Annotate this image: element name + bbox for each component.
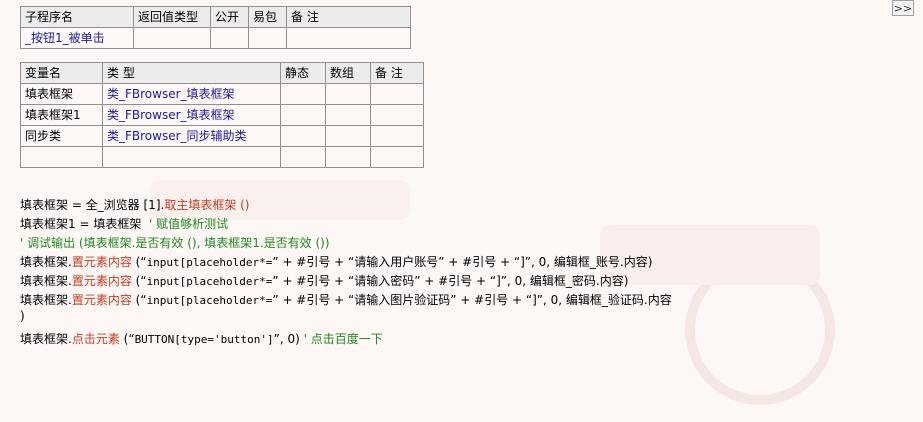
scroll-toggle-button[interactable]: >> [892, 0, 914, 16]
static-cell[interactable] [280, 83, 326, 105]
easy-package-cell[interactable] [248, 27, 287, 49]
array-cell[interactable] [325, 104, 371, 126]
array-cell[interactable] [325, 125, 371, 147]
variable-name-cell[interactable]: 填表框架 [20, 83, 103, 105]
code-text: 填表框架. [20, 293, 72, 307]
header-remark: 备 注 [286, 6, 411, 28]
code-text: (“ [131, 293, 147, 307]
header-variable-name: 变量名 [20, 62, 103, 84]
code-text: ” + #引号 + “请输入用户账号” + #引号 + “]”, 0, 编辑框_… [272, 255, 653, 269]
static-cell[interactable] [280, 125, 326, 147]
var-remark-cell[interactable] [370, 125, 424, 147]
array-cell[interactable] [325, 83, 371, 105]
table-row[interactable]: 同步类 类_FBrowser_同步辅助类 [20, 125, 424, 147]
variable-type-cell[interactable]: 类_FBrowser_填表框架 [102, 83, 281, 105]
code-string: input[placeholder*= [146, 275, 273, 288]
variable-name-cell[interactable] [20, 146, 103, 168]
code-text: ”, 0) [273, 332, 300, 346]
code-line[interactable]: 填表框架.点击元素 (“BUTTON[type='button']”, 0) '… [20, 330, 672, 349]
code-text: (“ [119, 332, 135, 346]
code-text: 填表框架. [20, 332, 72, 346]
variable-type-cell[interactable]: 类_FBrowser_同步辅助类 [102, 125, 281, 147]
table-row[interactable] [20, 146, 424, 168]
variable-name-cell[interactable]: 填表框架1 [20, 104, 103, 126]
static-cell[interactable] [280, 104, 326, 126]
header-type: 类 型 [102, 62, 281, 84]
code-function: 置元素内容 [71, 274, 132, 288]
code-text: 填表框架 = 全_浏览器 [1]. [20, 198, 165, 212]
header-static: 静态 [280, 62, 326, 84]
code-comment: ' 调试输出 (填表框架.是否有效 (), 填表框架1.是否有效 ()) [20, 236, 330, 250]
header-var-remark: 备 注 [370, 62, 424, 84]
code-line[interactable]: ' 调试输出 (填表框架.是否有效 (), 填表框架1.是否有效 ()) [20, 234, 672, 253]
code-comment: ' 点击百度一下 [299, 332, 383, 346]
return-type-cell[interactable] [133, 27, 211, 49]
code-text: 填表框架. [20, 255, 72, 269]
code-line[interactable]: 填表框架.置元素内容 (“input[placeholder*=” + #引号 … [20, 272, 672, 291]
subroutine-name-cell[interactable]: _按钮1_被单击 [20, 27, 134, 49]
code-function: 取主填表框架 () [164, 198, 250, 212]
code-text: ” + #引号 + “请输入图片验证码” + #引号 + “]”, 0, 编辑框… [272, 293, 672, 307]
code-function: 置元素内容 [71, 255, 132, 269]
code-line[interactable]: 填表框架.置元素内容 (“input[placeholder*=” + #引号 … [20, 291, 672, 310]
code-line[interactable]: 填表框架 = 全_浏览器 [1].取主填表框架 () [20, 196, 672, 215]
code-text: (“ [131, 274, 147, 288]
code-function: 置元素内容 [71, 293, 132, 307]
array-cell[interactable] [325, 146, 371, 168]
code-editor[interactable]: 填表框架 = 全_浏览器 [1].取主填表框架 () 填表框架1 = 填表框架 … [20, 196, 672, 349]
subroutine-table: 子程序名 返回值类型 公开 易包 备 注 _按钮1_被单击 [20, 6, 411, 49]
code-line[interactable]: ) [20, 310, 672, 324]
public-cell[interactable] [210, 27, 249, 49]
variable-table: 变量名 类 型 静态 数组 备 注 填表框架 类_FBrowser_填表框架 填… [20, 62, 424, 168]
code-line[interactable]: 填表框架1 = 填表框架 ' 赋值够析测试 [20, 215, 672, 234]
header-easy-package: 易包 [248, 6, 287, 28]
variable-type-cell[interactable] [102, 146, 281, 168]
subroutine-header-row: 子程序名 返回值类型 公开 易包 备 注 [20, 6, 411, 28]
header-subroutine-name: 子程序名 [20, 6, 134, 28]
static-cell[interactable] [280, 146, 326, 168]
code-comment: ' 赋值够析测试 [148, 217, 229, 231]
table-row[interactable]: 填表框架1 类_FBrowser_填表框架 [20, 104, 424, 126]
code-line[interactable]: 填表框架.置元素内容 (“input[placeholder*=” + #引号 … [20, 253, 672, 272]
code-text: 填表框架1 = 填表框架 [20, 217, 142, 231]
variable-header-row: 变量名 类 型 静态 数组 备 注 [20, 62, 424, 84]
code-text: ” + #引号 + “请输入密码” + #引号 + “]”, 0, 编辑框_密码… [272, 274, 629, 288]
code-string: BUTTON[type='button'] [134, 333, 274, 346]
var-remark-cell[interactable] [370, 104, 424, 126]
code-function: 点击元素 [71, 332, 120, 346]
header-array: 数组 [325, 62, 371, 84]
subroutine-row[interactable]: _按钮1_被单击 [20, 27, 411, 49]
var-remark-cell[interactable] [370, 146, 424, 168]
header-public: 公开 [210, 6, 249, 28]
variable-name-cell[interactable]: 同步类 [20, 125, 103, 147]
remark-cell[interactable] [286, 27, 411, 49]
code-text: (“ [131, 255, 147, 269]
code-text: 填表框架. [20, 274, 72, 288]
table-row[interactable]: 填表框架 类_FBrowser_填表框架 [20, 83, 424, 105]
var-remark-cell[interactable] [370, 83, 424, 105]
code-string: input[placeholder*= [146, 256, 273, 269]
header-return-type: 返回值类型 [133, 6, 211, 28]
code-text: ) [20, 309, 25, 323]
code-string: input[placeholder*= [146, 294, 273, 307]
variable-type-cell[interactable]: 类_FBrowser_填表框架 [102, 104, 281, 126]
